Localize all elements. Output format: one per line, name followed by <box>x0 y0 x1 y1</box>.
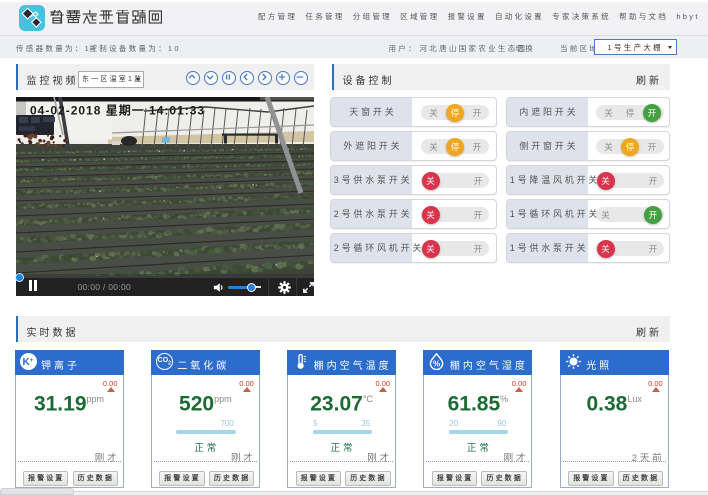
svg-text:%: % <box>433 360 440 369</box>
svg-text:04-02-2018 星期一 14:01:33: 04-02-2018 星期一 14:01:33 <box>30 102 205 117</box>
